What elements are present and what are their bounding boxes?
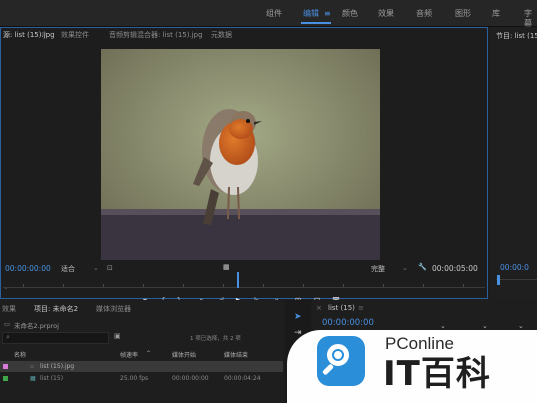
sort-arrow-icon[interactable]: ⌃ [146,350,151,357]
tab-project[interactable]: 项目: 未命名2 [34,304,78,314]
tab-program[interactable]: 节目: list (15) [496,31,537,41]
panel-menu-icon[interactable]: ≡ [358,304,364,312]
pconline-logo-icon [317,336,365,386]
video-preview [101,49,380,260]
source-time-ruler[interactable] [3,279,485,288]
table-row[interactable]: ▫ list (15).jpg [0,361,283,372]
workspace-tab-effects[interactable]: 效果 [378,9,394,19]
wrench-icon[interactable]: 🔧 [418,263,427,271]
column-media-start[interactable]: 媒体开始 [172,350,196,359]
sequence-icon: ▦ [30,375,36,382]
tab-sequence[interactable]: list (15) [328,304,355,312]
folder-icon: ▭ [4,320,11,328]
tab-audio-clip-mixer[interactable]: 音频剪辑混合器: list (15).jpg [109,30,203,40]
source-duration: 00:00:05:00 [432,264,478,273]
image-icon: ▫ [30,363,35,370]
timeline-timecode[interactable]: 00:00:00:00 [322,318,374,328]
column-media-end[interactable]: 媒体结束 [224,350,248,359]
active-workspace-indicator [301,22,331,24]
safe-margins-icon[interactable]: ⊡ [107,264,113,272]
tab-effects[interactable]: 效果 [2,304,16,314]
workspace-tab-graphics[interactable]: 图形 [455,9,471,19]
timeline-marker-icon[interactable]: ⌄ [440,322,446,330]
workspace-bar: 组件 编辑 ≡ 颜色 效果 音频 图形 库 字幕 [0,0,537,29]
workspace-tab-editing[interactable]: 编辑 [303,9,319,19]
project-panel: 效果 项目: 未命名2 媒体浏览器 ▭ 未命名2.prproj ⌕ ▣ 1 项已… [0,300,283,403]
project-search-input[interactable]: ⌕ [2,332,109,344]
tab-media-browser[interactable]: 媒体浏览器 [96,304,131,314]
watermark-brand: PConline [385,334,454,353]
close-icon[interactable]: × [316,304,322,312]
source-monitor-panel: 源: list (15).jpg ≡ 效果控件 音频剪辑混合器: list (1… [0,27,488,324]
tab-metadata[interactable]: 元数据 [211,30,232,40]
robin-image [101,49,380,260]
workspace-tab-captions[interactable]: 字幕 [524,9,537,29]
panel-menu-icon[interactable]: ≡ [41,30,47,38]
project-column-header: 名称 帧速率 ⌃ 媒体开始 媒体结束 [0,348,283,359]
search-icon: ⌕ [6,333,10,341]
column-frame-rate[interactable]: 帧速率 [120,350,138,359]
workspace-tab-audio[interactable]: 音频 [416,9,432,19]
settings-icon[interactable]: ▦ [223,263,230,271]
tab-effect-controls[interactable]: 效果控件 [61,30,89,40]
column-name[interactable]: 名称 [14,350,26,359]
source-timecode[interactable]: 00:00:00:00 [5,264,51,273]
source-panel-tabs: 源: list (15).jpg ≡ 效果控件 音频剪辑混合器: list (1… [1,28,487,42]
item-media-start: 00:00:00:00 [172,375,209,382]
pconline-watermark: PConline IT百科 [287,330,537,403]
item-name: list (15).jpg [40,363,75,370]
program-ruler[interactable] [496,279,537,280]
workspace-tab-libraries[interactable]: 库 [492,9,500,19]
new-bin-icon[interactable]: ▣ [114,332,121,340]
workspace-menu-icon[interactable]: ≡ [324,9,331,18]
timeline-marker-icon[interactable]: ⌄ [482,322,488,330]
in-point-marker-icon[interactable]: ᐧ [5,285,7,293]
timeline-marker-icon[interactable]: ⌄ [518,322,524,330]
program-monitor-panel: 节目: list (15) 00:00:0 [490,27,537,299]
selection-count: 1 项已选择，共 2 项 [190,336,241,342]
playback-resolution-select[interactable]: 完整 [371,264,385,274]
watermark-cn: IT百科 [383,354,491,394]
workspace-tab-color[interactable]: 颜色 [342,9,358,19]
source-playhead[interactable] [237,272,239,288]
item-frame-rate: 25.00 fps [120,375,149,382]
item-media-end: 00:00:04:24 [224,375,261,382]
chevron-down-icon[interactable]: ⌄ [402,264,408,272]
chevron-down-icon[interactable]: ⌄ [93,264,99,272]
workspace-tab-assembly[interactable]: 组件 [266,9,282,19]
item-name: list (15) [40,375,64,382]
fit-zoom-select[interactable]: 适合 [61,264,75,274]
table-row[interactable]: ▦ list (15) 25.00 fps 00:00:00:00 00:00:… [0,373,283,384]
label-color-swatch [3,376,8,381]
selection-tool-icon[interactable]: ➤ [294,312,302,322]
program-timecode[interactable]: 00:00:0 [500,263,529,272]
label-color-swatch [3,364,8,369]
program-playhead[interactable] [497,275,500,285]
bin-name: 未命名2.prproj [14,322,59,330]
